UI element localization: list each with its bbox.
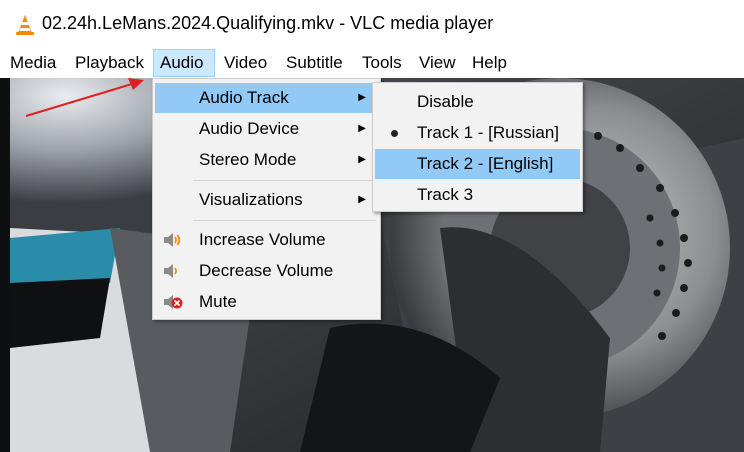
menu-playback[interactable]: Playback (69, 49, 150, 77)
menu-item-mute[interactable]: Mute (155, 287, 378, 317)
menu-video[interactable]: Video (218, 49, 273, 77)
menu-audio[interactable]: Audio (153, 49, 215, 77)
menu-item-increase-volume[interactable]: Increase Volume (155, 225, 378, 255)
menu-item-visualizations[interactable]: Visualizations ▶ (155, 185, 378, 215)
title-bar: 02.24h.LeMans.2024.Qualifying.mkv - VLC … (0, 0, 744, 48)
menu-subtitle[interactable]: Subtitle (280, 49, 349, 77)
window-title: 02.24h.LeMans.2024.Qualifying.mkv - VLC … (42, 13, 494, 33)
submenu-arrow-icon: ▶ (358, 194, 366, 205)
audio-menu: Audio Track ▶ Audio Device ▶ Stereo Mode… (152, 78, 381, 320)
vlc-cone-icon (16, 15, 34, 35)
menu-tools[interactable]: Tools (356, 49, 408, 77)
submenu-arrow-icon: ▶ (358, 154, 366, 165)
track-1-russian[interactable]: Track 1 - [Russian] (375, 118, 580, 148)
menu-help[interactable]: Help (466, 49, 513, 77)
menu-item-audio-device[interactable]: Audio Device ▶ (155, 114, 378, 144)
menu-separator (193, 220, 376, 221)
submenu-arrow-icon: ▶ (358, 92, 366, 103)
menu-media[interactable]: Media (4, 49, 62, 77)
menu-item-audio-track[interactable]: Audio Track ▶ (155, 83, 378, 113)
track-disable[interactable]: Disable (375, 87, 580, 117)
track-3[interactable]: Track 3 (375, 180, 580, 210)
volume-up-icon (164, 233, 181, 247)
menu-bar: Media Playback Audio Video Subtitle Tool… (0, 48, 744, 78)
mute-icon (164, 295, 183, 309)
track-2-english[interactable]: Track 2 - [English] (375, 149, 580, 179)
menu-item-decrease-volume[interactable]: Decrease Volume (155, 256, 378, 286)
audio-track-submenu: Disable Track 1 - [Russian] Track 2 - [E… (372, 82, 583, 212)
volume-down-icon (164, 264, 177, 278)
menu-item-stereo-mode[interactable]: Stereo Mode ▶ (155, 145, 378, 175)
selected-radio-icon (391, 130, 398, 137)
menu-separator (193, 180, 376, 181)
menu-view[interactable]: View (413, 49, 462, 77)
submenu-arrow-icon: ▶ (358, 123, 366, 134)
